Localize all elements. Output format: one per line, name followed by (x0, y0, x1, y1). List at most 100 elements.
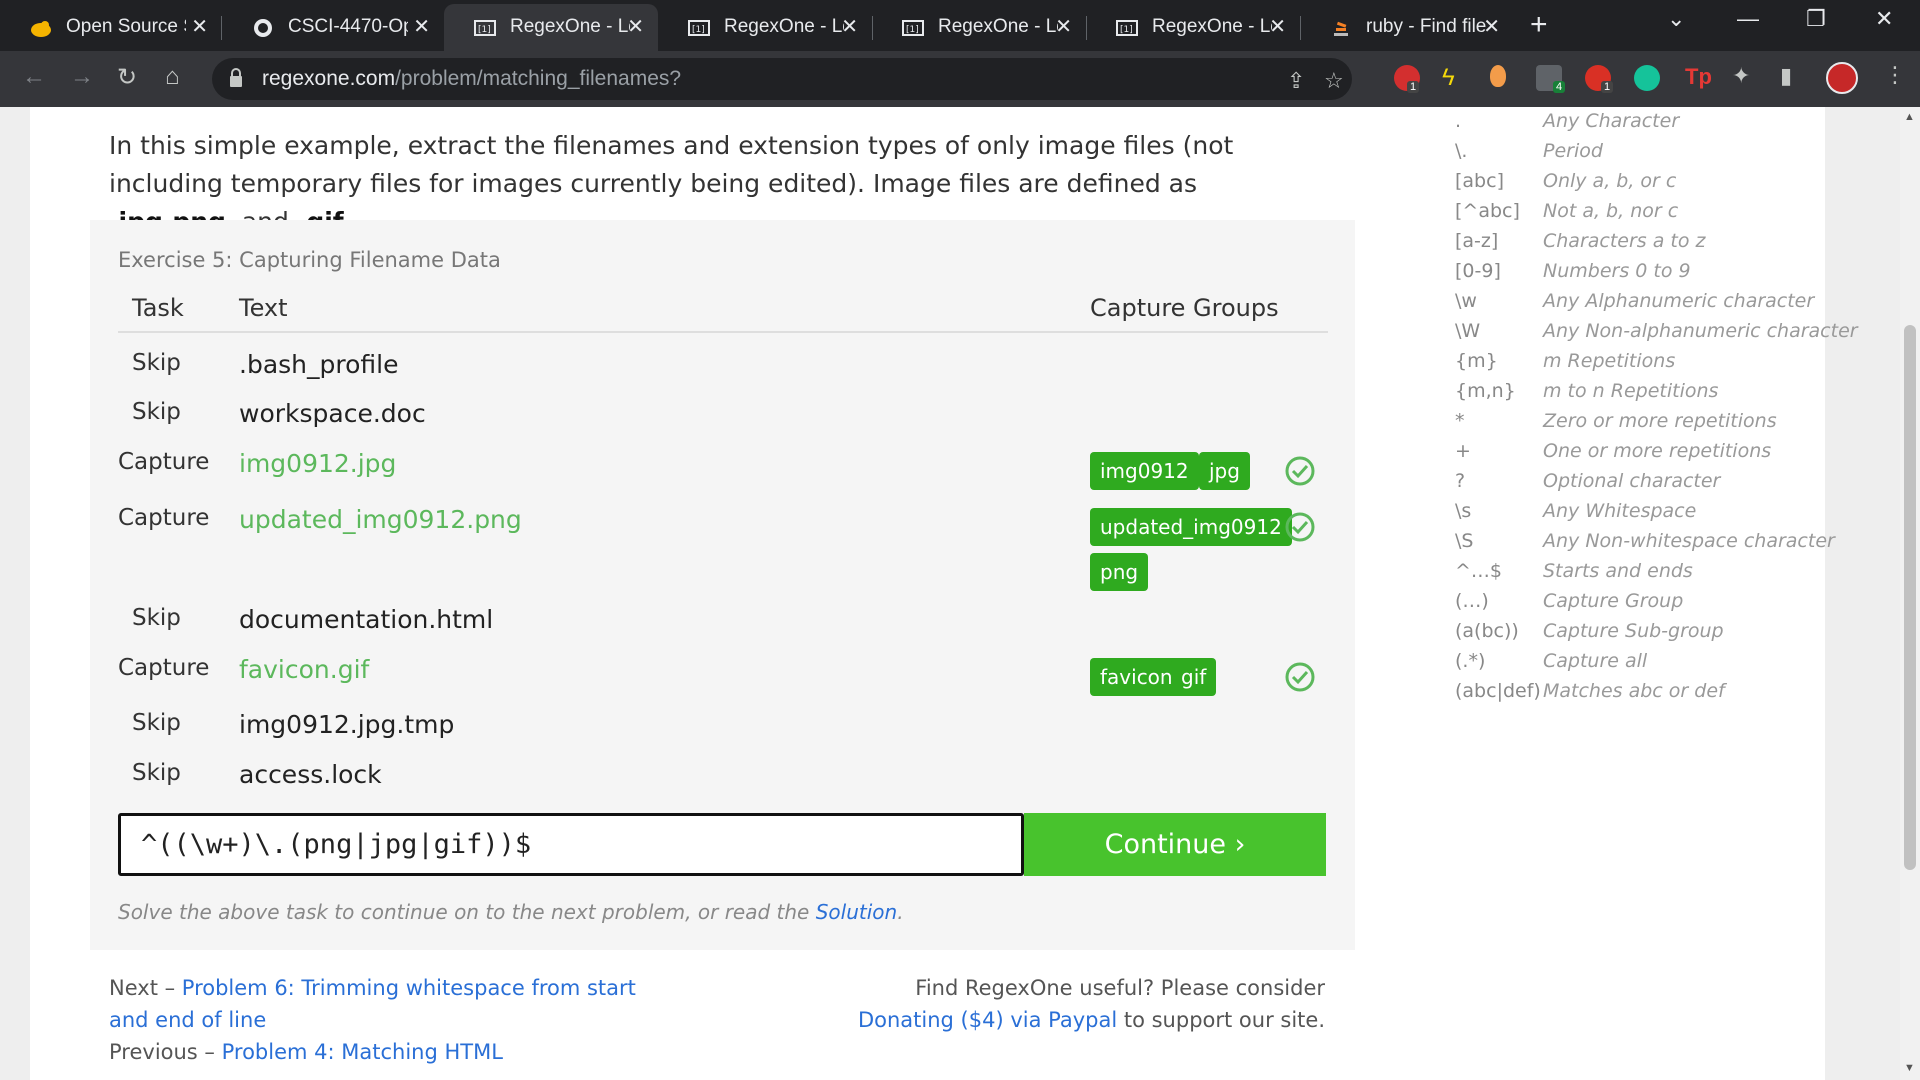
cheat-symbol: \w (1455, 290, 1477, 312)
extension-badge: 4 (1553, 81, 1566, 93)
exercise-title: Exercise 5: Capturing Filename Data (118, 248, 501, 272)
lesson-navigation: Next – Problem 6: Trimming whitespace fr… (109, 972, 669, 1068)
cheat-description: Numbers 0 to 9 (1543, 260, 1691, 282)
close-icon[interactable]: ✕ (1269, 14, 1286, 39)
close-icon[interactable]: ✕ (1055, 14, 1072, 39)
browser-tab-active[interactable]: [1] RegexOne - Le ✕ (444, 4, 658, 51)
lock-icon[interactable] (228, 68, 244, 88)
donate-line: Donating ($4) via Paypal to support our … (765, 1004, 1325, 1036)
tab-title: Open Source S (66, 16, 186, 37)
next-prefix: Next – (109, 976, 182, 1000)
close-icon[interactable]: ✕ (627, 14, 644, 39)
browser-tab[interactable]: [1] RegexOne - Le ✕ (872, 4, 1086, 51)
close-icon[interactable]: ✕ (1483, 14, 1500, 39)
continue-button[interactable]: Continue › (1024, 813, 1326, 876)
tp-extension-icon[interactable]: Tp (1685, 64, 1712, 90)
browser-tab[interactable]: Open Source S ✕ (0, 4, 222, 51)
url-host: regexone.com (262, 67, 396, 90)
home-icon[interactable]: ⌂ (165, 63, 180, 91)
row-text: documentation.html (239, 605, 494, 634)
check-circle-icon (1285, 662, 1315, 692)
next-lesson-link[interactable]: Problem 6: Trimming whitespace from star… (109, 976, 636, 1032)
solution-link[interactable]: Solution (816, 900, 897, 924)
page-scrollbar[interactable]: ▲ ▼ (1900, 107, 1920, 1080)
scroll-up-arrow-icon[interactable]: ▲ (1904, 111, 1915, 123)
cheat-description: One or more repetitions (1543, 440, 1772, 462)
side-panel-icon[interactable]: ▮ (1780, 63, 1792, 89)
cheat-symbol: [abc] (1455, 170, 1504, 192)
task-label: Skip (132, 350, 181, 376)
task-label: Capture (118, 449, 210, 475)
minimize-icon[interactable]: — (1737, 6, 1759, 32)
scroll-down-arrow-icon[interactable]: ▼ (1904, 1062, 1915, 1074)
row-text: img0912.jpg (239, 449, 397, 478)
cheat-description: Capture Sub-group (1543, 620, 1724, 642)
reload-icon[interactable]: ↻ (117, 63, 137, 92)
previous-lesson: Previous – Problem 4: Matching HTML (109, 1036, 669, 1068)
capture-group-chip: img0912 (1090, 452, 1199, 490)
previous-prefix: Previous – (109, 1040, 222, 1064)
task-label: Skip (132, 760, 181, 786)
address-bar[interactable]: regexone.com/problem/matching_filenames?… (212, 58, 1352, 100)
row-text: workspace.doc (239, 399, 426, 428)
regexone-icon: [1] (902, 20, 924, 36)
new-tab-icon[interactable]: + (1530, 8, 1548, 42)
close-icon[interactable]: ✕ (191, 14, 208, 39)
close-icon[interactable]: ✕ (841, 14, 858, 39)
tab-title: RegexOne - Le (1152, 16, 1272, 37)
cheat-description: Capture all (1543, 650, 1648, 672)
cheat-description: Any Non-alphanumeric character (1543, 320, 1858, 342)
donate-link[interactable]: Donating ($4) via Paypal (858, 1008, 1117, 1032)
cheat-description: Any Non-whitespace character (1543, 530, 1835, 552)
close-window-icon[interactable]: ✕ (1875, 6, 1893, 32)
previous-lesson-link[interactable]: Problem 4: Matching HTML (222, 1040, 503, 1064)
bookmark-star-icon[interactable]: ☆ (1324, 68, 1344, 94)
extension-badge: 1 (1601, 81, 1614, 93)
scrollbar-thumb[interactable] (1904, 325, 1916, 870)
browser-tab[interactable]: [1] RegexOne - Le ✕ (658, 4, 872, 51)
cheat-symbol: . (1455, 110, 1462, 132)
hint-body: Solve the above task to continue on to t… (118, 900, 816, 924)
grammarly-icon[interactable] (1634, 65, 1660, 91)
url-text[interactable]: regexone.com/problem/matching_filenames? (262, 67, 681, 91)
capture-group-chip: favicon (1090, 658, 1183, 696)
cheat-symbol: \W (1455, 320, 1481, 342)
capture-group-chip: png (1090, 553, 1149, 591)
regexone-icon: [1] (688, 20, 710, 36)
forward-icon[interactable]: → (70, 63, 94, 91)
tab-search-icon[interactable]: ⌄ (1667, 6, 1685, 32)
cheat-description: Capture Group (1543, 590, 1684, 612)
cheat-description: Any Character (1543, 110, 1680, 132)
browser-tab[interactable]: [1] RegexOne - Le ✕ (1086, 4, 1300, 51)
donate-note: Find RegexOne useful? Please consider Do… (765, 972, 1325, 1036)
profile-avatar[interactable] (1826, 62, 1858, 94)
browser-tab[interactable]: ruby - Find file ✕ (1300, 4, 1514, 51)
capture-group-chip: jpg (1199, 452, 1250, 490)
browser-tab[interactable]: CSCI-4470-Op ✕ (222, 4, 444, 51)
lightning-extension-icon[interactable]: ϟ (1442, 64, 1455, 92)
extension-drop-icon[interactable] (1490, 65, 1506, 87)
regex-input[interactable] (118, 813, 1024, 876)
cheat-description: m Repetitions (1543, 350, 1676, 372)
task-label: Skip (132, 605, 181, 631)
check-circle-icon (1285, 456, 1315, 486)
cheat-symbol: (…) (1455, 590, 1489, 612)
cheat-description: Period (1543, 140, 1603, 162)
cheat-description: Any Whitespace (1543, 500, 1697, 522)
share-icon[interactable]: ⇪ (1287, 68, 1305, 94)
row-text: img0912.jpg.tmp (239, 710, 455, 739)
close-icon[interactable]: ✕ (413, 14, 430, 39)
menu-kebab-icon[interactable]: ⋮ (1884, 62, 1906, 88)
browser-toolbar: ← → ↻ ⌂ regexone.com/problem/matching_fi… (0, 51, 1920, 107)
check-circle-icon (1285, 512, 1315, 542)
back-icon[interactable]: ← (22, 63, 46, 91)
column-header-capture-groups: Capture Groups (1090, 294, 1279, 322)
cheat-symbol: {m} (1455, 350, 1498, 372)
cheat-symbol: ^…$ (1455, 560, 1503, 582)
cheat-description: m to n Repetitions (1543, 380, 1719, 402)
restore-icon[interactable]: ❐ (1806, 6, 1826, 32)
exercise-box: Exercise 5: Capturing Filename Data Task… (90, 220, 1355, 950)
svg-text:[1]: [1] (1120, 25, 1133, 35)
page-viewport: In this simple example, extract the file… (0, 107, 1900, 1080)
extensions-puzzle-icon[interactable]: ✦ (1732, 63, 1750, 89)
